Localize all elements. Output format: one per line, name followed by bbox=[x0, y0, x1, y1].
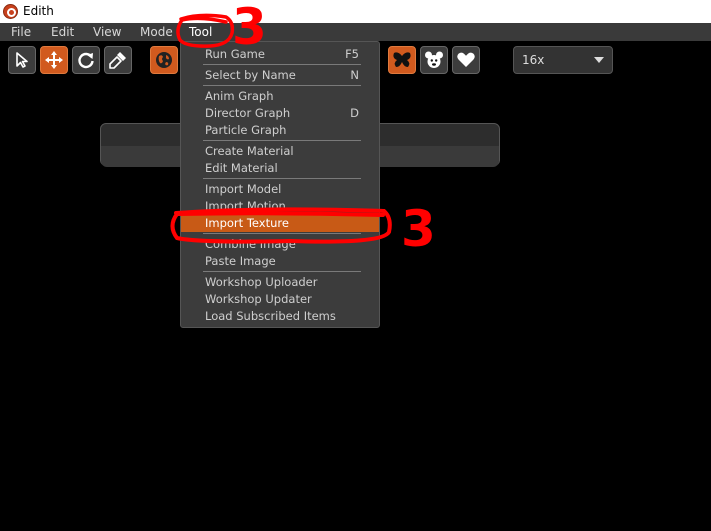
menu-item-load-subscribed-items[interactable]: Load Subscribed Items bbox=[181, 308, 379, 325]
menu-item-label: Import Texture bbox=[205, 216, 289, 230]
favorite-button[interactable] bbox=[452, 46, 480, 74]
menu-tool[interactable]: Tool bbox=[189, 25, 212, 39]
menu-separator bbox=[203, 64, 361, 65]
zoom-select[interactable]: 16x bbox=[513, 46, 613, 74]
mouse-face-icon bbox=[425, 51, 443, 68]
menu-item-label: Combine Image bbox=[205, 237, 296, 251]
menu-separator bbox=[203, 178, 361, 179]
menu-item-shortcut: N bbox=[350, 68, 359, 82]
menu-item-shortcut: F5 bbox=[345, 47, 359, 61]
annotation-step-import-texture: 3 bbox=[401, 200, 436, 258]
menu-item-anim-graph[interactable]: Anim Graph bbox=[181, 88, 379, 105]
menu-separator bbox=[203, 271, 361, 272]
zoom-value: 16x bbox=[522, 53, 545, 67]
menu-item-label: Workshop Updater bbox=[205, 292, 312, 306]
menu-item-workshop-uploader[interactable]: Workshop Uploader bbox=[181, 274, 379, 291]
menu-item-label: Import Model bbox=[205, 182, 282, 196]
world-tool-button[interactable] bbox=[150, 46, 178, 74]
menu-file[interactable]: File bbox=[11, 25, 31, 39]
app-icon bbox=[3, 4, 18, 19]
character-button[interactable] bbox=[420, 46, 448, 74]
menu-item-label: Workshop Uploader bbox=[205, 275, 318, 289]
butterfly-button[interactable] bbox=[388, 46, 416, 74]
move-arrows-icon bbox=[45, 51, 63, 69]
menu-item-label: Load Subscribed Items bbox=[205, 309, 336, 323]
menu-separator bbox=[203, 85, 361, 86]
select-arrow-icon bbox=[16, 52, 28, 68]
chevron-down-icon bbox=[594, 57, 604, 63]
menu-item-select-by-name[interactable]: Select by Name N bbox=[181, 67, 379, 84]
menu-view[interactable]: View bbox=[93, 25, 121, 39]
menu-item-create-material[interactable]: Create Material bbox=[181, 143, 379, 160]
select-tool-button[interactable] bbox=[8, 46, 36, 74]
globe-icon bbox=[156, 52, 172, 68]
menu-item-label: Particle Graph bbox=[205, 123, 287, 137]
annotation-step-tool-menu: 3 bbox=[232, 0, 267, 56]
rotate-icon bbox=[78, 52, 94, 69]
brush-icon bbox=[109, 52, 126, 69]
menu-item-import-texture[interactable]: Import Texture bbox=[181, 215, 379, 232]
heart-icon bbox=[457, 52, 475, 67]
menu-item-label: Select by Name bbox=[205, 68, 296, 82]
menu-item-label: Paste Image bbox=[205, 254, 276, 268]
window-title: Edith bbox=[23, 4, 54, 18]
menu-item-run-game[interactable]: Run Game F5 bbox=[181, 46, 379, 63]
menu-item-label: Director Graph bbox=[205, 106, 291, 120]
menu-item-edit-material[interactable]: Edit Material bbox=[181, 160, 379, 177]
menu-item-label: Edit Material bbox=[205, 161, 278, 175]
menu-item-combine-image[interactable]: Combine Image bbox=[181, 236, 379, 253]
menu-item-paste-image[interactable]: Paste Image bbox=[181, 253, 379, 270]
butterfly-icon bbox=[393, 52, 411, 67]
menu-separator bbox=[203, 233, 361, 234]
menu-item-label: Anim Graph bbox=[205, 89, 274, 103]
tool-menu-dropdown: Run Game F5 Select by Name N Anim Graph … bbox=[180, 41, 380, 328]
menu-item-import-motion[interactable]: Import Motion bbox=[181, 198, 379, 215]
brush-tool-button[interactable] bbox=[104, 46, 132, 74]
title-bar: Edith bbox=[0, 0, 711, 23]
menu-item-label: Create Material bbox=[205, 144, 294, 158]
rotate-tool-button[interactable] bbox=[72, 46, 100, 74]
move-tool-button[interactable] bbox=[40, 46, 68, 74]
menu-item-particle-graph[interactable]: Particle Graph bbox=[181, 122, 379, 139]
menu-edit[interactable]: Edit bbox=[51, 25, 74, 39]
menu-item-label: Import Motion bbox=[205, 199, 286, 213]
menu-item-import-model[interactable]: Import Model bbox=[181, 181, 379, 198]
menu-separator bbox=[203, 140, 361, 141]
menu-item-workshop-updater[interactable]: Workshop Updater bbox=[181, 291, 379, 308]
menu-bar: File Edit View Mode Tool bbox=[0, 23, 711, 41]
menu-item-shortcut: D bbox=[350, 106, 359, 120]
menu-mode[interactable]: Mode bbox=[140, 25, 173, 39]
menu-item-director-graph[interactable]: Director Graph D bbox=[181, 105, 379, 122]
